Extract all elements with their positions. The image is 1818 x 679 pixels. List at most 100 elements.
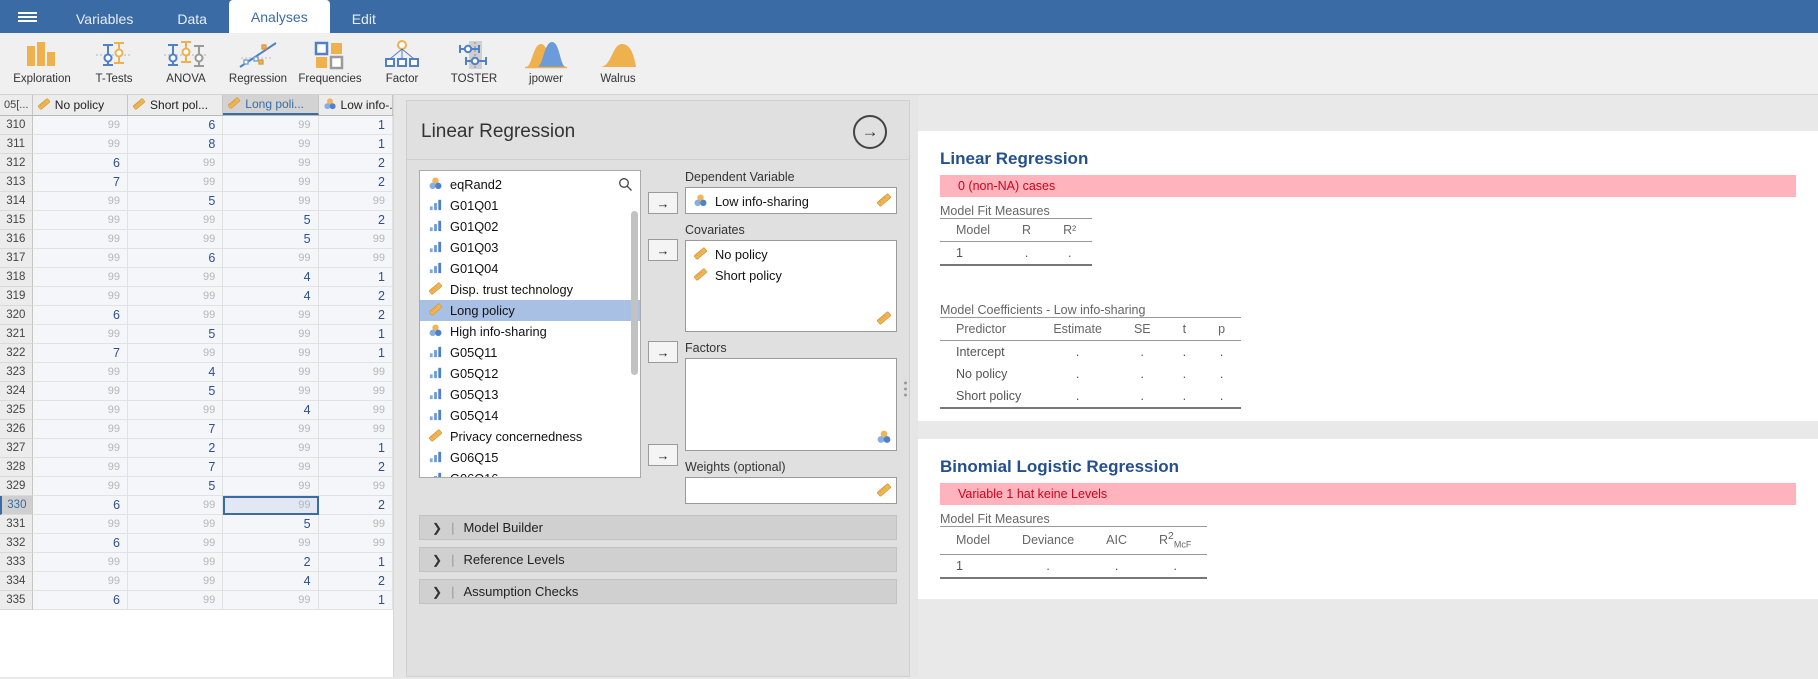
data-cell[interactable]: 1: [318, 135, 393, 154]
data-cell[interactable]: 7: [32, 344, 128, 363]
data-cell[interactable]: 99: [223, 534, 319, 553]
row-number[interactable]: 321: [0, 325, 33, 344]
table-row[interactable]: 325 99 99 4 99: [0, 401, 393, 420]
data-cell[interactable]: 2: [318, 496, 393, 515]
row-number[interactable]: 327: [0, 439, 33, 458]
covariate-item[interactable]: Short policy: [690, 265, 892, 286]
data-cell[interactable]: 1: [318, 591, 393, 610]
column-header-low-info-[interactable]: Low info-...: [318, 95, 393, 115]
data-cell[interactable]: 99: [318, 401, 393, 420]
data-cell[interactable]: 1: [318, 325, 393, 344]
data-cell[interactable]: 6: [32, 534, 128, 553]
data-cell[interactable]: 99: [223, 325, 319, 344]
data-cell[interactable]: 4: [223, 287, 319, 306]
data-cell[interactable]: 99: [318, 382, 393, 401]
data-cell[interactable]: 99: [223, 363, 319, 382]
row-number[interactable]: 326: [0, 420, 33, 439]
data-cell[interactable]: 1: [318, 439, 393, 458]
ribbon-button-regression[interactable]: Regression: [222, 33, 294, 95]
data-cell[interactable]: 99: [223, 458, 319, 477]
spreadsheet-body[interactable]: 310 99 6 99 1 311 99 8 99 1 312 6 99 99 2 313 7 99 99 2 314 9…: [0, 116, 393, 610]
data-cell[interactable]: 99: [223, 306, 319, 325]
data-cell[interactable]: 99: [32, 458, 128, 477]
data-cell[interactable]: 99: [128, 268, 224, 287]
hamburger-icon[interactable]: [0, 0, 54, 33]
data-cell[interactable]: 99: [128, 230, 224, 249]
ribbon-button-jpower[interactable]: jpower: [510, 33, 582, 95]
data-cell[interactable]: 4: [223, 401, 319, 420]
table-row[interactable]: 310 99 6 99 1: [0, 116, 393, 135]
data-cell[interactable]: 2: [318, 306, 393, 325]
data-cell[interactable]: 99: [32, 439, 128, 458]
data-cell[interactable]: 99: [32, 116, 128, 135]
table-row[interactable]: 312 6 99 99 2: [0, 154, 393, 173]
variable-list-item[interactable]: Privacy concernedness: [420, 426, 640, 447]
variable-list-item[interactable]: G05Q12: [420, 363, 640, 384]
data-cell[interactable]: 99: [32, 230, 128, 249]
row-number[interactable]: 315: [0, 211, 33, 230]
data-cell[interactable]: 99: [128, 553, 224, 572]
data-cell[interactable]: 99: [32, 325, 128, 344]
data-cell[interactable]: 4: [223, 268, 319, 287]
ribbon-button-toster[interactable]: TOSTER: [438, 33, 510, 95]
data-cell[interactable]: 99: [223, 382, 319, 401]
column-header-long-poli-[interactable]: Long poli...: [223, 95, 319, 115]
variable-list-scrollbar[interactable]: [631, 211, 638, 375]
data-cell[interactable]: 99: [128, 306, 224, 325]
table-row[interactable]: 326 99 7 99 99: [0, 420, 393, 439]
ribbon-button-anova[interactable]: ANOVA: [150, 33, 222, 95]
data-cell[interactable]: 99: [318, 230, 393, 249]
data-cell[interactable]: 99: [223, 192, 319, 211]
data-cell[interactable]: 99: [223, 154, 319, 173]
table-row[interactable]: 324 99 5 99 99: [0, 382, 393, 401]
data-cell[interactable]: 7: [128, 420, 224, 439]
ribbon-button-walrus[interactable]: Walrus: [582, 33, 654, 95]
data-cell[interactable]: 99: [318, 515, 393, 534]
data-cell[interactable]: 99: [128, 534, 224, 553]
variable-list-item[interactable]: G05Q14: [420, 405, 640, 426]
variable-list-item[interactable]: G06Q16: [420, 468, 640, 477]
ribbon-tab-analyses[interactable]: Analyses: [228, 0, 330, 33]
row-number[interactable]: 313: [0, 173, 33, 192]
data-cell[interactable]: 99: [128, 515, 224, 534]
data-cell[interactable]: 99: [32, 287, 128, 306]
data-cell[interactable]: 99: [128, 211, 224, 230]
data-cell[interactable]: 99: [32, 382, 128, 401]
row-number[interactable]: 324: [0, 382, 33, 401]
data-cell[interactable]: 8: [128, 135, 224, 154]
data-cell[interactable]: 2: [223, 553, 319, 572]
data-cell[interactable]: 99: [318, 420, 393, 439]
data-cell[interactable]: 99: [128, 591, 224, 610]
panel-resize-handle[interactable]: [904, 381, 907, 396]
variable-list-item[interactable]: G05Q11: [420, 342, 640, 363]
data-cell[interactable]: 1: [318, 553, 393, 572]
data-cell[interactable]: 99: [128, 154, 224, 173]
table-row[interactable]: 322 7 99 99 1: [0, 344, 393, 363]
variable-list-item[interactable]: G01Q03: [420, 237, 640, 258]
table-row[interactable]: 328 99 7 99 2: [0, 458, 393, 477]
column-header-no-policy[interactable]: No policy: [32, 95, 129, 115]
table-row[interactable]: 327 99 2 99 1: [0, 439, 393, 458]
assign-weights-button[interactable]: →: [648, 444, 678, 466]
data-cell[interactable]: 99: [32, 192, 128, 211]
data-cell[interactable]: 2: [318, 154, 393, 173]
data-cell[interactable]: 5: [128, 382, 224, 401]
row-number[interactable]: 311: [0, 135, 33, 154]
data-cell[interactable]: 1: [318, 344, 393, 363]
variable-list[interactable]: eqRand2 G01Q01 G01Q02 G01Q03 G01Q04 Disp. tru…: [419, 170, 641, 478]
table-row[interactable]: 311 99 8 99 1: [0, 135, 393, 154]
table-row[interactable]: 329 99 5 99 99: [0, 477, 393, 496]
data-cell[interactable]: 5: [223, 515, 319, 534]
table-row[interactable]: 314 99 5 99 99: [0, 192, 393, 211]
variable-list-item[interactable]: G01Q02: [420, 216, 640, 237]
ribbon-button-t-tests[interactable]: T-Tests: [78, 33, 150, 95]
factors-box[interactable]: [685, 358, 897, 451]
table-row[interactable]: 313 7 99 99 2: [0, 173, 393, 192]
row-number[interactable]: 316: [0, 230, 33, 249]
row-number[interactable]: 314: [0, 192, 33, 211]
data-cell[interactable]: 99: [223, 591, 319, 610]
table-row[interactable]: 330 6 99 99 2: [0, 496, 393, 515]
data-cell[interactable]: 6: [32, 496, 129, 515]
row-number[interactable]: 335: [0, 591, 33, 610]
ribbon-tab-data[interactable]: Data: [155, 5, 229, 33]
